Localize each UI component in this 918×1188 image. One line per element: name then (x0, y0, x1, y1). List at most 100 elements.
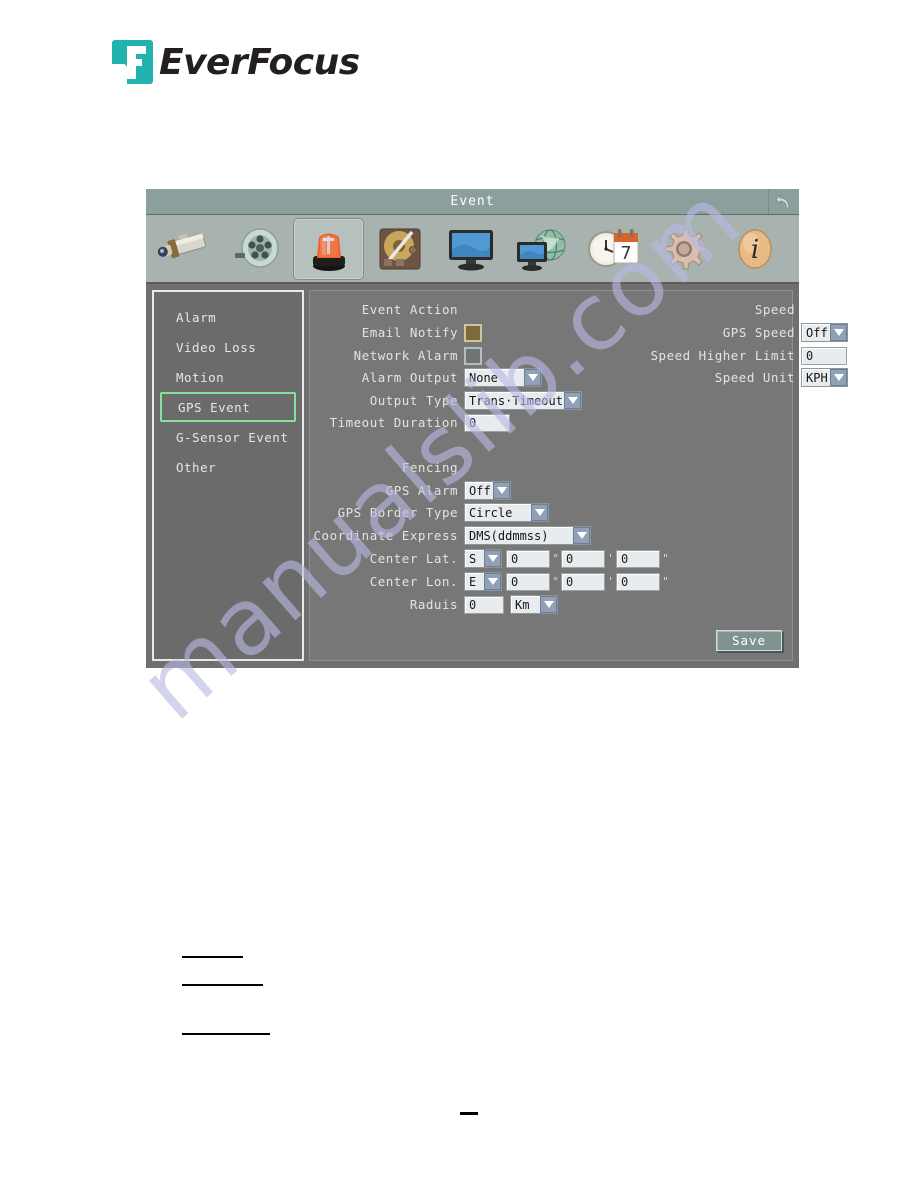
coordinate-express-dropdown[interactable]: DMS(ddmmss) (464, 526, 591, 545)
speed-higher-limit-label: Speed Higher Limit (650, 348, 795, 363)
center-lon-hemisphere-value: E (469, 574, 477, 589)
center-lon-seconds-input[interactable]: 0 (616, 572, 660, 591)
center-lon-degrees-input[interactable]: 0 (506, 572, 550, 591)
email-notify-label: Email Notify (361, 325, 458, 340)
timeout-duration-input[interactable]: 0 (464, 413, 510, 432)
sidebar-item-g-sensor-event[interactable]: G-Sensor Event (160, 422, 296, 452)
network-alarm-label: Network Alarm (353, 348, 458, 363)
sidebar-item-label: GPS Event (178, 399, 251, 415)
sidebar-item-gps-event[interactable]: GPS Event (160, 392, 296, 422)
output-type-label: Output Type (369, 393, 458, 408)
sidebar-item-label: G-Sensor Event (176, 429, 289, 445)
everfocus-wordmark: EverFocus (159, 41, 360, 83)
logo-notch (112, 64, 127, 84)
chevron-down-icon (484, 550, 501, 567)
chevron-down-icon (564, 392, 581, 409)
gps-alarm-value: Off (469, 483, 491, 498)
alarm-output-label: Alarm Output (361, 370, 458, 385)
gps-speed-value: Off (806, 325, 828, 340)
sidebar-item-video-loss[interactable]: Video Loss (160, 332, 296, 362)
gps-alarm-dropdown[interactable]: Off (464, 481, 511, 500)
radius-unit-dropdown[interactable]: Km (510, 595, 558, 614)
gps-border-type-value: Circle (469, 505, 513, 520)
email-notify-checkbox[interactable] (464, 323, 482, 342)
minute-symbol: ' (608, 575, 613, 588)
hard-disk-icon (379, 228, 420, 269)
film-reel-icon (234, 227, 279, 268)
speed-unit-label: Speed Unit (714, 370, 795, 385)
gps-border-type-dropdown[interactable]: Circle (464, 503, 549, 522)
dvr-settings-window: Event 7 i Alarm Video Loss Motion GPS Ev… (146, 189, 848, 668)
monitor-icon (448, 229, 493, 270)
toolbar-icon-system[interactable] (648, 218, 719, 280)
chevron-down-icon (830, 324, 847, 341)
gps-speed-dropdown[interactable]: Off (801, 323, 848, 342)
toolbar-icon-display[interactable] (435, 218, 506, 280)
coordinate-express-label: Coordinate Express (313, 528, 458, 543)
toolbar-icon-information[interactable]: i (719, 218, 790, 280)
toolbar-icon-network[interactable] (506, 218, 577, 280)
fencing-heading: Fencing (401, 460, 458, 475)
panel-body: Alarm Video Loss Motion GPS Event G-Sens… (146, 284, 848, 667)
center-lat-row: Center Lat. S 0 ° 0 ' 0 " (310, 548, 671, 569)
chevron-down-icon (540, 596, 557, 613)
email-notify-row: Email Notify (310, 322, 482, 343)
page-title: Event (450, 194, 495, 209)
sidebar-item-label: Motion (176, 369, 225, 385)
network-globe-icon (516, 228, 565, 271)
radius-input[interactable]: 0 (464, 595, 504, 614)
center-lat-degrees-input[interactable]: 0 (506, 549, 550, 568)
redaction-rule (182, 956, 243, 958)
output-type-row: Output Type Trans·Timeout (310, 390, 582, 411)
center-lat-seconds-input[interactable]: 0 (616, 549, 660, 568)
speed-unit-dropdown[interactable]: KPH (801, 368, 848, 387)
clock-calendar-icon: 7 (587, 228, 638, 267)
redaction-rule (182, 1033, 270, 1035)
center-lon-row: Center Lon. E 0 ° 0 ' 0 " (310, 571, 671, 592)
coordinate-express-value: DMS(ddmmss) (469, 528, 549, 543)
timeout-duration-row: Timeout Duration 0 (310, 412, 510, 433)
radius-row: Raduis 0 Km (310, 594, 558, 615)
save-button[interactable]: Save (716, 630, 782, 651)
speed-heading: Speed (754, 302, 795, 317)
output-type-dropdown[interactable]: Trans·Timeout (464, 391, 582, 410)
center-lon-label: Center Lon. (369, 574, 458, 589)
window-title-bar: Event (146, 189, 799, 215)
sidebar-item-alarm[interactable]: Alarm (160, 302, 296, 332)
center-lat-minutes-input[interactable]: 0 (561, 549, 605, 568)
gps-border-type-label: GPS Border Type (337, 505, 458, 520)
module-toolbar: 7 i (146, 215, 799, 284)
sidebar-item-other[interactable]: Other (160, 452, 296, 482)
speed-higher-limit-row: Speed Higher Limit 0 (450, 345, 847, 366)
toolbar-icon-datetime[interactable]: 7 (577, 218, 648, 280)
coordinate-express-row: Coordinate Express DMS(ddmmss) (310, 525, 591, 546)
sidebar-item-label: Video Loss (176, 339, 257, 355)
chevron-down-icon (531, 504, 548, 521)
toolbar-icon-disk[interactable] (364, 218, 435, 280)
logo-bar-middle (127, 59, 142, 66)
toolbar-icon-event[interactable] (293, 217, 364, 280)
sidebar-item-motion[interactable]: Motion (160, 362, 296, 392)
back-arrow-icon[interactable] (768, 189, 799, 214)
gear-icon (664, 227, 707, 270)
center-lon-hemisphere-dropdown[interactable]: E (464, 572, 502, 591)
camera-icon (157, 232, 206, 258)
info-icon: i (737, 228, 772, 269)
center-lat-hemisphere-dropdown[interactable]: S (464, 549, 502, 568)
radius-unit-value: Km (515, 597, 530, 612)
chevron-down-icon (573, 527, 590, 544)
svg-text:i: i (750, 235, 758, 265)
center-lat-label: Center Lat. (369, 551, 458, 566)
toolbar-icon-camera[interactable] (151, 218, 222, 280)
center-lon-minutes-input[interactable]: 0 (561, 572, 605, 591)
toolbar-icon-record[interactable] (222, 218, 293, 280)
gps-alarm-row: GPS Alarm Off (310, 480, 511, 501)
event-category-sidebar: Alarm Video Loss Motion GPS Event G-Sens… (152, 290, 304, 661)
sidebar-item-label: Alarm (176, 309, 217, 325)
gps-speed-row: GPS Speed Off (490, 322, 848, 343)
timeout-duration-label: Timeout Duration (329, 415, 458, 430)
sidebar-item-label: Other (176, 459, 217, 475)
speed-higher-limit-input[interactable]: 0 (801, 346, 847, 365)
center-lat-hemisphere-value: S (469, 551, 477, 566)
everfocus-logo: EverFocus (112, 40, 360, 84)
